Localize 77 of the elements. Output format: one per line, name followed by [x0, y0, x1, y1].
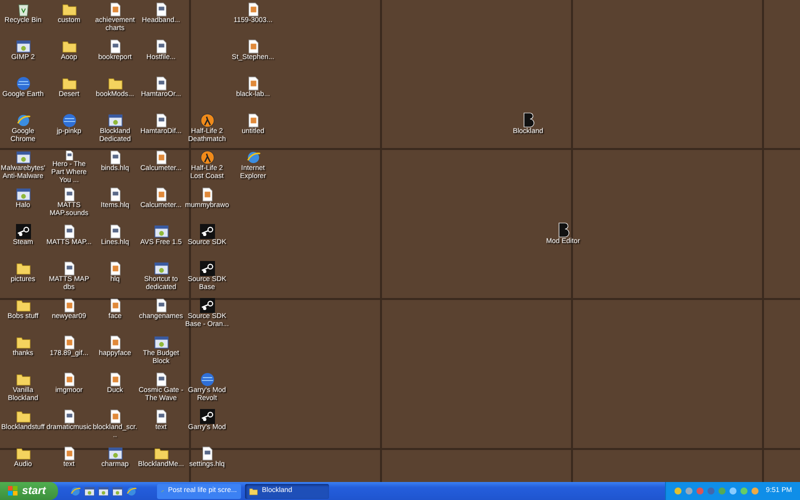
image-file-icon — [62, 298, 76, 313]
folder-icon — [16, 372, 30, 387]
browser-icon — [246, 150, 260, 165]
image-file-icon — [62, 446, 76, 461]
lambda-icon — [200, 113, 214, 128]
document-icon — [108, 39, 122, 54]
document-icon — [108, 150, 122, 165]
image-file-icon — [108, 335, 122, 350]
folder-icon — [16, 335, 30, 350]
image-file-icon — [62, 335, 76, 350]
document-icon — [154, 298, 168, 313]
windows-flag-icon — [8, 486, 18, 496]
program-icon — [98, 486, 109, 496]
document-icon — [62, 409, 76, 424]
image-file-icon — [246, 113, 260, 128]
recycle-bin-icon — [16, 2, 30, 17]
program-icon — [84, 486, 95, 496]
folder-icon — [62, 39, 76, 54]
browser-icon — [16, 113, 30, 128]
image-file-icon — [154, 150, 168, 165]
document-icon — [62, 187, 76, 202]
folder-icon — [108, 76, 122, 91]
quick-launch-button[interactable] — [84, 486, 95, 496]
program-icon — [154, 261, 168, 276]
document-icon — [108, 224, 122, 239]
image-file-icon — [246, 39, 260, 54]
steam-logo-icon — [16, 224, 30, 239]
program-icon — [108, 446, 122, 461]
lambda-icon — [200, 150, 214, 165]
quick-launch-button[interactable] — [112, 486, 123, 496]
program-icon — [16, 187, 30, 202]
image-file-icon — [62, 372, 76, 387]
image-file-icon — [154, 187, 168, 202]
image-file-icon — [246, 2, 260, 17]
document-icon — [154, 39, 168, 54]
document-icon — [154, 409, 168, 424]
image-file-icon — [108, 2, 122, 17]
folder-icon — [16, 261, 30, 276]
steam-logo-icon — [200, 224, 214, 239]
document-icon — [154, 372, 168, 387]
program-icon — [154, 224, 168, 239]
globe-icon — [200, 372, 214, 387]
document-icon — [62, 224, 76, 239]
steam-logo-icon — [200, 261, 214, 276]
globe-icon — [16, 76, 30, 91]
image-file-icon — [108, 372, 122, 387]
folder-icon — [62, 76, 76, 91]
document-icon — [200, 446, 214, 461]
globe-icon — [62, 113, 76, 128]
program-icon — [16, 39, 30, 54]
browser-icon — [70, 486, 81, 496]
steam-logo-icon — [200, 409, 214, 424]
folder-icon — [154, 446, 168, 461]
folder-icon — [16, 446, 30, 461]
image-file-icon — [200, 187, 214, 202]
image-file-icon — [246, 76, 260, 91]
quick-launch-button[interactable] — [126, 486, 137, 496]
folder-icon — [62, 2, 76, 17]
image-file-icon — [108, 298, 122, 313]
document-icon — [154, 76, 168, 91]
program-icon — [108, 113, 122, 128]
image-file-icon — [108, 261, 122, 276]
quick-launch-button[interactable] — [70, 486, 81, 496]
program-icon — [112, 486, 123, 496]
document-icon — [154, 113, 168, 128]
steam-logo-icon — [200, 298, 214, 313]
folder-icon — [16, 298, 30, 313]
image-file-icon — [108, 409, 122, 424]
program-icon — [154, 335, 168, 350]
folder-icon — [248, 486, 258, 496]
program-icon — [16, 150, 30, 165]
browser-icon — [126, 486, 137, 496]
document-icon — [108, 187, 122, 202]
folder-icon — [16, 409, 30, 424]
quick-launch-button[interactable] — [98, 486, 109, 496]
document-icon — [62, 261, 76, 276]
document-icon — [154, 2, 168, 17]
